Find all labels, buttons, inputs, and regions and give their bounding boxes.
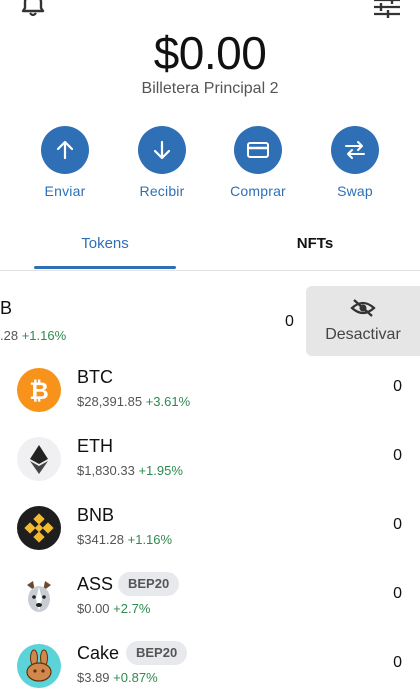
eye-off-icon [350,299,376,317]
token-price: $1,830.33 +1.95% [77,463,183,478]
wallet-name[interactable]: Billetera Principal 2 [0,80,420,98]
send-button[interactable]: Enviar [20,126,110,199]
token-row-ass[interactable]: ASS BEP20 $0.00 +2.7% 0 [0,563,420,631]
pancake-bunny-icon [17,644,61,688]
card-icon [234,126,282,174]
deactivate-button[interactable]: Desactivar [306,286,420,356]
ethereum-icon [17,437,61,481]
deactivate-label: Desactivar [325,326,401,343]
token-symbol: BNB [77,505,115,525]
token-amount: 0 [393,378,402,395]
dog-avatar-icon [17,575,61,619]
bell-icon[interactable] [20,0,46,18]
tab-bar: Tokens NFTs [0,228,420,271]
token-symbol: BTC [77,367,113,387]
token-amount: 0 [393,447,402,464]
action-bar: Enviar Recibir Comprar Swap [0,126,420,206]
active-tab-indicator [34,266,176,269]
filter-settings-icon[interactable] [372,0,402,18]
buy-button[interactable]: Comprar [213,126,303,199]
token-symbol: ASS [77,574,114,594]
tab-nfts[interactable]: NFTs [244,228,386,270]
token-amount: 0 [285,313,294,330]
token-price: $0.00 +2.7% [77,601,151,616]
total-balance: $0.00 [153,27,267,79]
send-label: Enviar [44,183,86,199]
swap-icon [331,126,379,174]
tab-tokens[interactable]: Tokens [34,228,176,270]
swiped-token-row[interactable]: B .28 +1.16% 0 Desactivar [0,286,420,356]
token-amount: 0 [393,516,402,533]
token-symbol: Cake [77,643,120,663]
swap-label: Swap [337,183,373,199]
network-badge: BEP20 [118,572,180,596]
token-row-bnb[interactable]: BNB $341.28 +1.16% 0 [0,494,420,562]
arrow-down-icon [138,126,186,174]
token-amount: 0 [393,654,402,671]
token-price: .28 +1.16% [0,328,67,343]
token-row-cake[interactable]: Cake BEP20 $3.89 +0.87% 0 [0,632,420,700]
receive-label: Recibir [139,183,185,199]
buy-label: Comprar [230,183,286,199]
token-symbol: ETH [77,436,113,456]
swap-button[interactable]: Swap [310,126,400,199]
arrow-up-icon [41,126,89,174]
receive-button[interactable]: Recibir [117,126,207,199]
token-price: $341.28 +1.16% [77,532,173,547]
token-amount: 0 [393,585,402,602]
top-bar [0,0,420,20]
token-symbol: B [0,298,13,318]
token-row-btc[interactable]: ₿ BTC $28,391.85 +3.61% 0 [0,356,420,424]
bitcoin-icon: ₿ [17,368,61,412]
token-price: $3.89 +0.87% [77,670,158,685]
bnb-icon [17,506,61,550]
network-badge: BEP20 [126,641,188,665]
token-price: $28,391.85 +3.61% [77,394,191,409]
svg-text:₿: ₿ [29,377,49,405]
token-row-eth[interactable]: ETH $1,830.33 +1.95% 0 [0,425,420,493]
